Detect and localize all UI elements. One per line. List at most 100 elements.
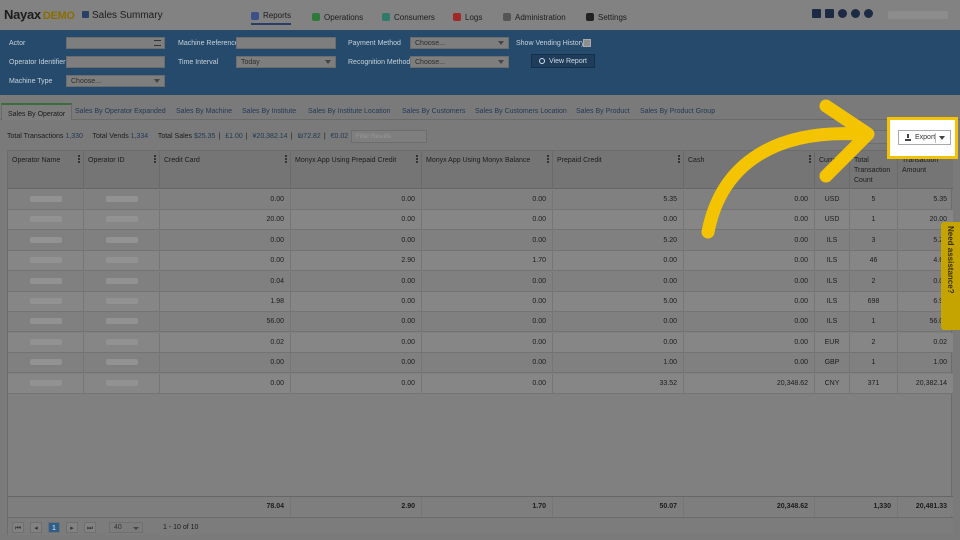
- column-prepaid-credit[interactable]: Prepaid Credit: [553, 151, 684, 189]
- next-page-button[interactable]: ▸: [66, 522, 78, 533]
- academy-icon[interactable]: [812, 9, 821, 18]
- chevron-down-icon[interactable]: [939, 136, 945, 140]
- cell-currency: GBP: [815, 353, 850, 374]
- page-title: Sales Summary: [92, 10, 163, 21]
- nav-tab-operations[interactable]: Operations: [312, 10, 363, 24]
- cell-monyx-prepaid: 0.00: [291, 292, 422, 312]
- cell-operator-id: [84, 190, 160, 210]
- column-menu-icon[interactable]: [416, 155, 418, 163]
- tab-sales-by-customers[interactable]: Sales By Customers: [402, 108, 465, 115]
- cell-credit-card: 0.00: [160, 190, 291, 210]
- time-interval-select[interactable]: Today: [236, 56, 336, 68]
- total-transactions-value: 1,330: [65, 133, 83, 140]
- cell-currency: EUR: [815, 332, 850, 353]
- cell-count: 371: [850, 373, 898, 394]
- table-row[interactable]: 0.00 0.00 0.00 33.52 20,348.62 CNY 371 20,382.1…: [8, 373, 953, 394]
- table-row[interactable]: 56.00 0.00 0.00 0.00 0.00 ILS 1 56.00: [8, 312, 953, 333]
- cell-monyx-balance: 0.00: [422, 332, 553, 353]
- show-vending-history-label: Show Vending History: [516, 40, 585, 47]
- cell-prepaid-credit: 0.00: [553, 210, 684, 231]
- first-page-button[interactable]: ⏮: [12, 522, 24, 533]
- nav-tab-consumers[interactable]: Consumers: [382, 10, 435, 24]
- view-report-button[interactable]: View Report: [531, 54, 595, 68]
- cell-credit-card: 56.00: [160, 312, 291, 333]
- table-row[interactable]: 20.00 0.00 0.00 0.00 0.00 USD 1 20.00: [8, 210, 953, 231]
- tab-sales-by-operator[interactable]: Sales By Operator: [1, 103, 73, 120]
- nav-tab-settings[interactable]: Settings: [586, 10, 627, 24]
- redacted-value: [29, 257, 62, 264]
- columns-button[interactable]: ons: [852, 130, 888, 144]
- last-page-button[interactable]: ⏭: [84, 522, 96, 533]
- nav-tab-label: Logs: [465, 12, 483, 22]
- export-button[interactable]: Export: [898, 130, 951, 145]
- operator-identifier-input[interactable]: [66, 56, 165, 68]
- tab-sales-by-product-group[interactable]: Sales By Product Group: [640, 108, 715, 115]
- nav-tab-logs[interactable]: Logs: [453, 10, 482, 24]
- tab-sales-by-institute-location[interactable]: Sales By Institute Location: [308, 108, 391, 115]
- chevron-down-icon: [325, 60, 331, 64]
- table-row[interactable]: 0.000.000.005.200.00ILS35.20: [8, 230, 953, 251]
- column-menu-icon[interactable]: [809, 155, 811, 163]
- search-icon[interactable]: [838, 9, 847, 18]
- column-menu-icon[interactable]: [154, 155, 156, 163]
- tab-sales-by-product[interactable]: Sales By Product: [576, 108, 630, 115]
- cell-monyx-balance: 0.00: [422, 271, 553, 292]
- redacted-value: [105, 257, 138, 264]
- column-menu-icon[interactable]: [678, 155, 680, 163]
- nav-tab-administration[interactable]: Administration: [503, 10, 566, 24]
- tab-sales-by-customers-location[interactable]: Sales By Customers Location: [475, 108, 567, 115]
- table-row[interactable]: 0.040.000.000.000.00ILS20.04: [8, 271, 953, 292]
- cell-prepaid-credit: 33.52: [553, 373, 684, 394]
- table-row[interactable]: 0.00 0.00 0.00 1.00 0.00 GBP 1 1.00: [8, 353, 953, 374]
- administration-icon: [503, 13, 511, 21]
- table-row[interactable]: 0.00 0.00 0.00 5.35 0.00 USD 5 5.35: [8, 190, 953, 210]
- tab-sales-by-machine[interactable]: Sales By Machine: [176, 108, 232, 115]
- lab-flask-icon[interactable]: [825, 9, 834, 18]
- column-menu-icon[interactable]: [78, 155, 80, 163]
- table-row[interactable]: 0.02 0.00 0.00 0.00 0.00 EUR 2 0.02: [8, 332, 953, 353]
- nav-tab-reports[interactable]: Reports: [251, 8, 292, 25]
- globe-icon[interactable]: [851, 9, 860, 18]
- column-menu-icon[interactable]: [285, 155, 287, 163]
- nayax-logo[interactable]: Nayax DEMO: [4, 7, 75, 22]
- machine-type-label: Machine Type: [9, 78, 53, 85]
- column-cash[interactable]: Cash: [684, 151, 815, 189]
- user-menu[interactable]: [888, 11, 948, 19]
- machine-reference-input[interactable]: [236, 37, 336, 49]
- consumers-icon: [382, 13, 390, 21]
- column-credit-card[interactable]: Credit Card: [160, 151, 291, 189]
- redacted-value: [29, 379, 62, 386]
- column-operator-id[interactable]: Operator ID: [84, 151, 160, 189]
- recognition-method-select[interactable]: Choose...: [410, 56, 509, 68]
- need-assistance-tab[interactable]: Need assistance?: [941, 222, 960, 330]
- cell-cash: 0.00: [684, 292, 815, 312]
- machine-reference-label: Machine Reference: [178, 40, 239, 47]
- filter-results-input[interactable]: Filter Results: [351, 130, 427, 143]
- tab-sales-by-operator-expanded[interactable]: Sales By Operator Expanded: [75, 108, 166, 115]
- page-size-select[interactable]: 40: [109, 522, 143, 533]
- column-operator-name[interactable]: Operator Name: [8, 151, 84, 189]
- cell-cash: 20,348.62: [684, 373, 815, 394]
- actor-input[interactable]: [66, 37, 165, 49]
- total-amount: 20,481.33: [915, 503, 947, 510]
- column-menu-icon[interactable]: [547, 155, 549, 163]
- payment-method-select[interactable]: Choose...: [410, 37, 509, 49]
- show-vending-history-checkbox[interactable]: [583, 39, 591, 47]
- cell-credit-card: 20.00: [160, 210, 291, 231]
- table-row[interactable]: 1.980.000.005.000.00ILS6986.98: [8, 292, 953, 312]
- prev-page-button[interactable]: ◂: [30, 522, 42, 533]
- column-monyx-balance[interactable]: Monyx App Using Monyx Balance: [422, 151, 553, 189]
- page-number-button[interactable]: 1: [48, 522, 60, 533]
- cell-credit-card: 1.98: [160, 292, 291, 312]
- recognition-method-value: Choose...: [415, 59, 445, 66]
- machine-type-select[interactable]: Choose...: [66, 75, 165, 87]
- payment-method-value: Choose...: [415, 40, 445, 47]
- sales-cny: ¥20,382.14: [252, 133, 288, 140]
- column-monyx-prepaid[interactable]: Monyx App Using Prepaid Credit: [291, 151, 422, 189]
- list-icon[interactable]: [154, 40, 161, 46]
- nav-tab-label: Operations: [324, 12, 364, 22]
- tab-sales-by-institute[interactable]: Sales By Institute: [242, 108, 296, 115]
- column-currency[interactable]: Curre: [815, 151, 850, 189]
- clock-icon[interactable]: [864, 9, 873, 18]
- table-row[interactable]: 0.002.901.700.000.00ILS464.60: [8, 251, 953, 272]
